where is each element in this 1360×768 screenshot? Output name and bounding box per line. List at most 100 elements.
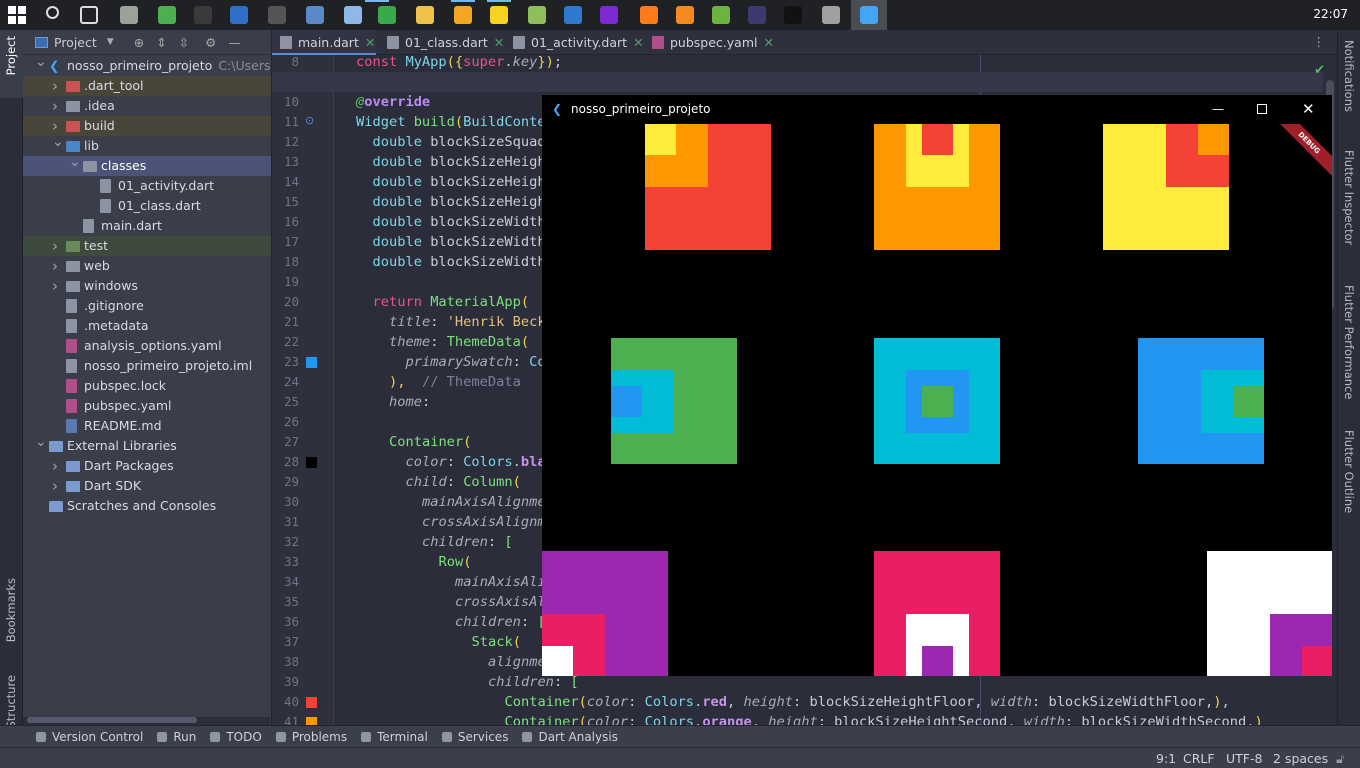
code-line[interactable]: title: 'Henrik Beck (389, 312, 546, 332)
tree-item--gitignore[interactable]: .gitignore (23, 296, 271, 316)
collapse-all-icon[interactable]: ⇳ (179, 35, 189, 50)
window-title-bar[interactable]: ❮ nosso_primeiro_projeto — ✕ (542, 95, 1332, 124)
close-tab-icon[interactable]: ✕ (365, 35, 375, 50)
tree-item--metadata[interactable]: .metadata (23, 316, 271, 336)
tree-item-pubspec-yaml[interactable]: pubspec.yaml (23, 396, 271, 416)
code-line[interactable]: children: [ (422, 532, 513, 552)
tree-item-dart-packages[interactable]: › Dart Packages (23, 456, 271, 476)
chevron-right-icon[interactable]: › (52, 236, 58, 256)
tree-item-01-activity-dart[interactable]: 01_activity.dart (23, 176, 271, 196)
cmd-icon[interactable] (194, 6, 212, 24)
tree-item-01-class-dart[interactable]: 01_class.dart (23, 196, 271, 216)
chevron-down-icon[interactable]: ▼ (107, 37, 114, 47)
tab-pubspec-yaml[interactable]: pubspec.yaml ✕ (644, 30, 774, 55)
code-line[interactable]: mainAxisAli (455, 572, 546, 592)
file-explorer-icon[interactable] (416, 6, 434, 24)
chevron-right-icon[interactable]: › (52, 76, 58, 96)
bookmarks-tool-button[interactable]: Bookmarks (4, 578, 18, 642)
flutter-outline-tool-button[interactable]: Flutter Outline (1342, 430, 1356, 513)
close-tab-icon[interactable]: ✕ (763, 35, 773, 50)
minimize-button[interactable]: — (1212, 95, 1224, 124)
project-tool-button[interactable]: Project (4, 36, 18, 75)
chevron-right-icon[interactable]: › (52, 476, 58, 496)
code-line[interactable]: double blockSizeSquad (373, 132, 546, 152)
code-line[interactable]: color: Colors.bla (406, 452, 546, 472)
usb-icon[interactable] (822, 6, 840, 24)
chevron-down-icon[interactable]: ⌄ (69, 152, 81, 172)
code-line[interactable]: Container(color: Colors.red, height: blo… (505, 692, 1230, 712)
git-icon[interactable] (158, 6, 176, 24)
tree-item-lib[interactable]: ⌄ lib (23, 134, 271, 156)
close-button[interactable]: ✕ (1302, 95, 1315, 124)
chevron-right-icon[interactable]: › (52, 96, 58, 116)
tool-terminal[interactable]: Terminal (361, 730, 428, 744)
lock-icon[interactable]: 🔓︎ (1336, 751, 1344, 767)
expand-all-icon[interactable]: ⇕ (156, 35, 166, 50)
tree-item-web[interactable]: › web (23, 256, 271, 276)
virtualbox-icon[interactable] (306, 6, 324, 24)
tool-run[interactable]: Run (157, 730, 196, 744)
maximize-button[interactable] (1257, 104, 1267, 114)
code-line[interactable]: double blockSizeHeigh (373, 192, 546, 212)
locate-icon[interactable]: ⊕ (134, 35, 144, 50)
app-purple-icon[interactable] (600, 6, 618, 24)
intellij-icon[interactable] (784, 6, 802, 24)
horizontal-scrollbar[interactable] (27, 717, 197, 723)
tree-item-nosso-primeiro-projeto-iml[interactable]: nosso_primeiro_projeto.iml (23, 356, 271, 376)
no-problems-check-icon[interactable]: ✔ (1314, 63, 1325, 78)
code-line[interactable]: crossAxisAl (455, 592, 546, 612)
tree-item-analysis-options-yaml[interactable]: analysis_options.yaml (23, 336, 271, 356)
firefox-icon[interactable] (640, 6, 658, 24)
color-preview-icon[interactable] (306, 717, 317, 725)
tree-item-pubspec-lock[interactable]: pubspec.lock (23, 376, 271, 396)
structure-tool-button[interactable]: Structure (4, 675, 18, 729)
cheat-engine-icon[interactable] (378, 6, 396, 24)
windows-start-icon[interactable] (8, 6, 26, 24)
chevron-down-icon[interactable]: ⌄ (35, 52, 47, 72)
powershell-icon[interactable] (230, 6, 248, 24)
code-line[interactable]: double blockSizeWidth (373, 212, 546, 232)
chevron-right-icon[interactable]: › (52, 276, 58, 296)
tree-item-test[interactable]: › test (23, 236, 271, 256)
color-preview-icon[interactable] (306, 357, 317, 368)
sticky-notes-icon[interactable] (490, 6, 508, 24)
code-line[interactable]: children: [ (455, 612, 546, 632)
code-line[interactable]: double blockSizeWidth (373, 232, 546, 252)
code-line[interactable]: Container( (389, 432, 471, 452)
close-tab-icon[interactable]: ✕ (494, 35, 504, 50)
tree-item--idea[interactable]: › .idea (23, 96, 271, 116)
app-orange-icon[interactable] (676, 6, 694, 24)
notifications-tool-button[interactable]: Notifications (1342, 40, 1356, 112)
app-icon[interactable] (344, 6, 362, 24)
tool-todo[interactable]: TODO (210, 730, 262, 744)
tree-item--dart-tool[interactable]: › .dart_tool (23, 76, 271, 96)
chevron-down-icon[interactable]: ⌄ (35, 432, 47, 452)
caret-position[interactable]: 9:1 (1156, 751, 1176, 766)
tree-item-nosso-primeiro-projeto[interactable]: ⌄❮ nosso_primeiro_projeto C:\Users\F (23, 54, 271, 76)
code-line[interactable]: home: (389, 392, 430, 412)
indent-setting[interactable]: 2 spaces (1273, 751, 1328, 766)
code-line[interactable]: primarySwatch: Co (406, 352, 546, 372)
close-tab-icon[interactable]: ✕ (633, 35, 643, 50)
tree-item-scratches-and-consoles[interactable]: Scratches and Consoles (23, 496, 271, 516)
code-line[interactable]: theme: ThemeData( (389, 332, 529, 352)
flutter-inspector-tool-button[interactable]: Flutter Inspector (1342, 150, 1356, 245)
override-marker-icon[interactable]: ⊙ (305, 114, 314, 127)
tool-version-control[interactable]: Version Control (36, 730, 143, 744)
project-view-selector[interactable]: Project (54, 35, 97, 50)
tool-services[interactable]: Services (441, 730, 508, 744)
tree-item-windows[interactable]: › windows (23, 276, 271, 296)
line-ending[interactable]: CRLF (1183, 751, 1215, 766)
chevron-right-icon[interactable]: › (52, 256, 58, 276)
tree-item-main-dart[interactable]: main.dart (23, 216, 271, 236)
task-view-icon[interactable] (80, 6, 98, 24)
code-line[interactable]: @override (356, 92, 430, 112)
code-line[interactable]: Row( (439, 552, 472, 572)
code-line[interactable]: Container(color: Colors.orange, height: … (505, 712, 1263, 725)
code-line[interactable]: double blockSizeWidth (373, 252, 546, 272)
thunderbird-icon[interactable] (564, 6, 582, 24)
tabs-menu-icon[interactable]: ⋮ (1313, 34, 1326, 49)
hide-icon[interactable]: — (228, 35, 241, 50)
gear-icon[interactable]: ⚙ (205, 35, 216, 50)
code-line[interactable]: double blockSizeHeigh (373, 152, 546, 172)
